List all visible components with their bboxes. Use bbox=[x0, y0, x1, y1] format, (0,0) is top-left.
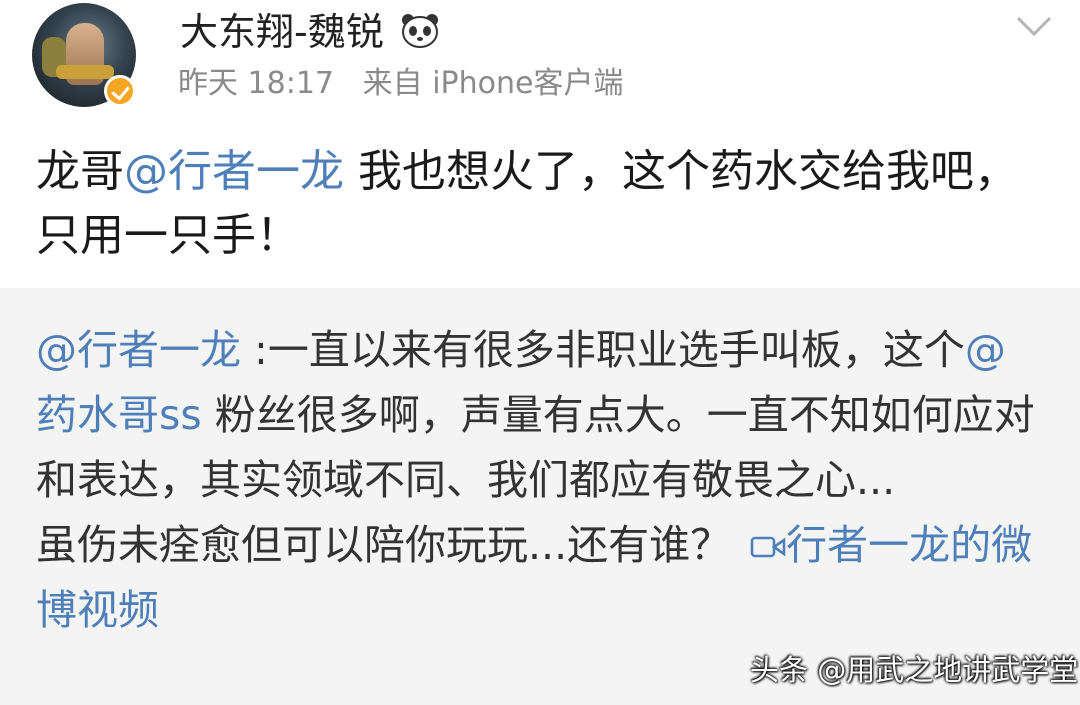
post-time: 昨天 18:17 bbox=[178, 66, 334, 101]
chevron-down-icon[interactable] bbox=[1014, 12, 1054, 42]
post-header: 大东翔-魏锐 昨天 18:17 来自 iPhone客户端 bbox=[0, 0, 1080, 120]
watermark: 头条 @用武之地讲武学堂 bbox=[750, 653, 1079, 687]
quote-text-3: 虽伤未痊愈但可以陪你玩玩...还有谁？ bbox=[36, 521, 745, 569]
avatar-belt bbox=[56, 65, 114, 79]
quoted-post-text: @行者一龙 :一直以来有很多非职业选手叫板，这个@药水哥ss 粉丝很多啊，声量有… bbox=[36, 318, 1046, 643]
post-meta: 昨天 18:17 来自 iPhone客户端 bbox=[178, 64, 623, 104]
post-text: 龙哥@行者一龙 我也想火了，这个药水交给我吧，只用一只手！ bbox=[36, 140, 1046, 268]
video-icon bbox=[750, 536, 786, 558]
quote-text-1: :一直以来有很多非职业选手叫板，这个 bbox=[241, 326, 965, 374]
post-text-prefix: 龙哥 bbox=[36, 146, 124, 197]
username[interactable]: 大东翔-魏锐 bbox=[180, 8, 384, 56]
post-source-client: iPhone客户端 bbox=[432, 66, 624, 101]
quoted-post[interactable]: @行者一龙 :一直以来有很多非职业选手叫板，这个@药水哥ss 粉丝很多啊，声量有… bbox=[0, 288, 1080, 705]
panda-icon bbox=[402, 14, 438, 48]
weibo-post: 大东翔-魏锐 昨天 18:17 来自 iPhone客户端 龙哥@行者一龙 我也想… bbox=[0, 0, 1080, 705]
post-source-prefix: 来自 bbox=[362, 66, 423, 101]
mention-link[interactable]: @行者一龙 bbox=[124, 146, 344, 197]
quote-mention-link[interactable]: @行者一龙 bbox=[36, 326, 241, 374]
verified-badge-icon bbox=[104, 75, 136, 107]
